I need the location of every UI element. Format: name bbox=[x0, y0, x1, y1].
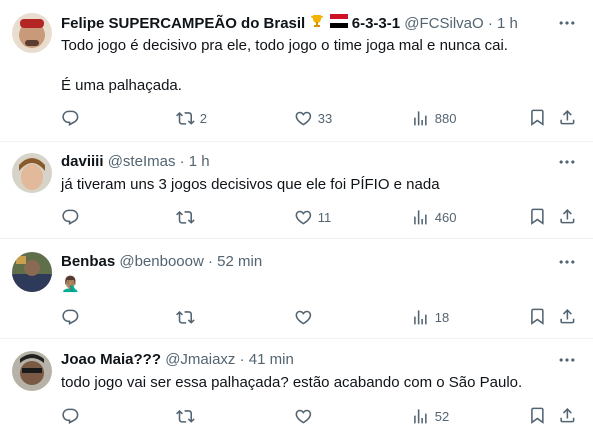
bookmark-icon[interactable] bbox=[528, 406, 547, 425]
retweet-count: 2 bbox=[199, 110, 207, 126]
views-count: 880 bbox=[434, 110, 457, 126]
views-button[interactable]: 18 bbox=[411, 307, 449, 327]
action-bar: 2 33 880 bbox=[61, 108, 581, 128]
views-button[interactable]: 460 bbox=[411, 207, 456, 227]
avatar[interactable] bbox=[12, 252, 52, 292]
share-icon[interactable] bbox=[558, 108, 577, 127]
retweet-icon bbox=[176, 407, 195, 426]
bookmark-icon[interactable] bbox=[528, 207, 547, 226]
like-button[interactable] bbox=[294, 307, 318, 327]
heart-icon bbox=[294, 407, 313, 426]
avatar[interactable] bbox=[12, 153, 52, 193]
more-icon[interactable] bbox=[557, 252, 577, 272]
tweet-text: já tiveram uns 3 jogos decisivos que ele… bbox=[61, 176, 440, 193]
display-name-suffix: 6-3-3-1 bbox=[351, 14, 401, 32]
tweet-text: Todo jogo é decisivo pra ele, todo jogo … bbox=[61, 37, 508, 94]
reply-icon bbox=[61, 308, 80, 327]
views-button[interactable]: 880 bbox=[411, 108, 456, 128]
retweet-button[interactable]: 2 bbox=[176, 108, 207, 128]
views-count: 52 bbox=[434, 408, 450, 424]
tweet[interactable]: Felipe SUPERCAMPEÃO do Brasil 6-3-3-1 @F… bbox=[0, 0, 593, 142]
views-icon bbox=[411, 407, 430, 426]
more-icon[interactable] bbox=[557, 13, 577, 33]
display-name[interactable]: Felipe SUPERCAMPEÃO do Brasil bbox=[61, 15, 305, 32]
timestamp[interactable]: · 1 h bbox=[180, 153, 210, 170]
tweet[interactable]: daviiii @steImas · 1 h já tiveram uns 3 … bbox=[0, 142, 593, 239]
action-bar: 11 460 bbox=[61, 207, 581, 227]
display-name[interactable]: daviiii bbox=[61, 153, 104, 170]
retweet-icon bbox=[176, 109, 195, 128]
reply-button[interactable] bbox=[61, 307, 85, 327]
tweet-text: 🤦🏽‍♂️ bbox=[61, 276, 80, 293]
like-button[interactable] bbox=[294, 406, 318, 426]
flag-icon bbox=[329, 14, 348, 34]
retweet-button[interactable] bbox=[176, 406, 200, 426]
retweet-icon bbox=[176, 308, 195, 327]
timestamp[interactable]: · 52 min bbox=[208, 253, 262, 270]
reply-icon bbox=[61, 109, 80, 128]
retweet-button[interactable] bbox=[176, 207, 200, 227]
timestamp[interactable]: · 1 h bbox=[488, 15, 518, 32]
like-button[interactable]: 33 bbox=[294, 108, 332, 128]
reply-icon bbox=[61, 407, 80, 426]
action-bar: 18 bbox=[61, 307, 581, 327]
like-count: 11 bbox=[317, 209, 332, 225]
user-handle[interactable]: @Jmaiaxz bbox=[165, 351, 235, 368]
reply-icon bbox=[61, 208, 80, 227]
avatar[interactable] bbox=[12, 351, 52, 391]
user-handle[interactable]: @FCSilvaO bbox=[404, 15, 483, 32]
reply-button[interactable] bbox=[61, 108, 85, 128]
user-handle[interactable]: @benbooow bbox=[119, 253, 203, 270]
trophy-icon bbox=[309, 13, 325, 35]
avatar[interactable] bbox=[12, 13, 52, 53]
views-button[interactable]: 52 bbox=[411, 406, 449, 426]
like-count: 33 bbox=[317, 110, 333, 126]
heart-icon bbox=[294, 109, 313, 128]
views-count: 18 bbox=[434, 309, 450, 325]
tweet-text: todo jogo vai ser essa palhaçada? estão … bbox=[61, 374, 523, 391]
heart-icon bbox=[294, 308, 313, 327]
views-icon bbox=[411, 109, 430, 128]
tweet-header: Benbas @benbooow · 52 min bbox=[61, 252, 262, 272]
timestamp[interactable]: · 41 min bbox=[240, 351, 294, 368]
tweet-header: daviiii @steImas · 1 h bbox=[61, 152, 210, 172]
tweet[interactable]: Benbas @benbooow · 52 min 🤦🏽‍♂️ 18 bbox=[0, 239, 593, 339]
views-count: 460 bbox=[434, 209, 457, 225]
action-bar: 52 bbox=[61, 406, 581, 426]
user-handle[interactable]: @steImas bbox=[108, 153, 176, 170]
display-name[interactable]: Benbas bbox=[61, 253, 115, 270]
share-icon[interactable] bbox=[558, 207, 577, 226]
tweet-header: Joao Maia??? @Jmaiaxz · 41 min bbox=[61, 350, 294, 370]
share-icon[interactable] bbox=[558, 406, 577, 425]
tweet-header: Felipe SUPERCAMPEÃO do Brasil 6-3-3-1 @F… bbox=[61, 13, 518, 33]
bookmark-icon[interactable] bbox=[528, 307, 547, 326]
more-icon[interactable] bbox=[557, 350, 577, 370]
like-button[interactable]: 11 bbox=[294, 207, 331, 227]
more-icon[interactable] bbox=[557, 152, 577, 172]
views-icon bbox=[411, 308, 430, 327]
share-icon[interactable] bbox=[558, 307, 577, 326]
reply-button[interactable] bbox=[61, 207, 85, 227]
heart-icon bbox=[294, 208, 313, 227]
reply-button[interactable] bbox=[61, 406, 85, 426]
display-name[interactable]: Joao Maia??? bbox=[61, 351, 161, 368]
tweet[interactable]: Joao Maia??? @Jmaiaxz · 41 min todo jogo… bbox=[0, 339, 593, 444]
retweet-icon bbox=[176, 208, 195, 227]
bookmark-icon[interactable] bbox=[528, 108, 547, 127]
retweet-button[interactable] bbox=[176, 307, 200, 327]
views-icon bbox=[411, 208, 430, 227]
